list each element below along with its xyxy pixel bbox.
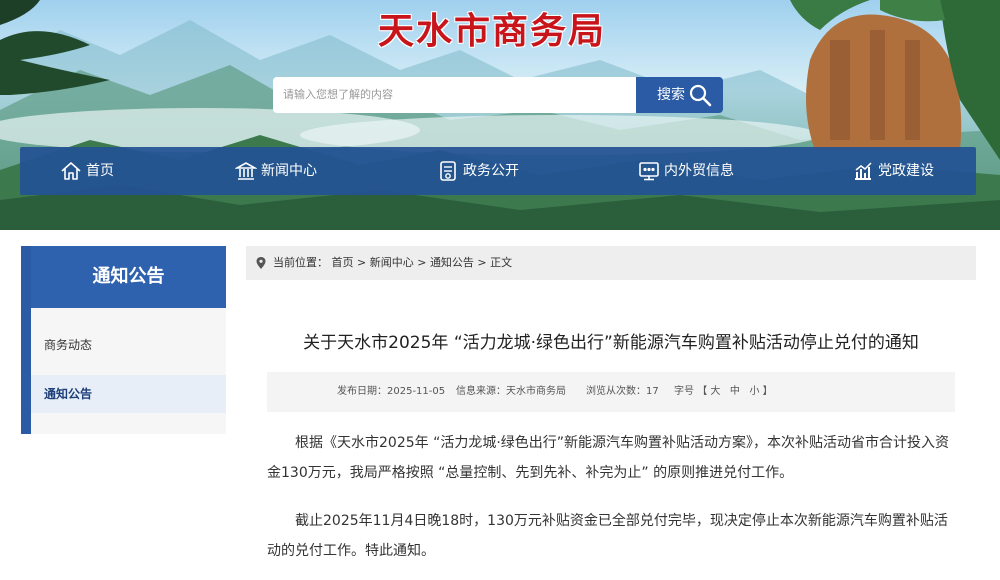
view-count-value: 17 xyxy=(646,386,659,397)
article-paragraph: 截止2025年11月4日晚18时，130万元补贴资金已全部兑付完毕，现决定停止本… xyxy=(267,513,948,559)
monitor-icon xyxy=(639,162,659,181)
nav-item-label: 党政建设 xyxy=(878,163,934,179)
font-size-bracket: 【 xyxy=(697,386,708,397)
font-size-control: 字号 【 大 中 小 】 xyxy=(674,372,773,412)
location-pin-icon xyxy=(256,257,266,269)
sidebar-title: 通知公告 xyxy=(31,246,226,308)
search-button[interactable]: 搜索 xyxy=(636,77,723,113)
sidebar-item-notices[interactable]: 通知公告 xyxy=(31,375,226,413)
sidebar-item-label: 通知公告 xyxy=(44,387,93,401)
sidebar-item-business-news[interactable]: 商务动态 xyxy=(31,326,226,364)
nav-item-label: 内外贸信息 xyxy=(664,163,734,179)
article-meta: 发布日期：2025-11-05 信息来源：天水市商务局 浏览从次数：17 字号 … xyxy=(267,372,955,412)
home-icon xyxy=(61,162,81,180)
publish-date: 发布日期：2025-11-05 xyxy=(337,372,445,412)
nav-item-label: 新闻中心 xyxy=(261,163,317,179)
publish-date-label: 发布日期： xyxy=(337,386,387,397)
breadcrumb-separator: > xyxy=(353,256,370,269)
article-paragraph: 根据《天水市2025年 “活力龙城·绿色出行”新能源汽车购置补贴活动方案》，本次… xyxy=(267,435,950,481)
main-nav: 首页 新闻中心 政务公开 内外贸信息 党政建设 xyxy=(20,147,976,195)
breadcrumb-current: 正文 xyxy=(490,256,513,269)
info-source-label: 信息来源： xyxy=(456,386,506,397)
breadcrumb-link-notices[interactable]: 通知公告 xyxy=(430,256,474,269)
font-size-label: 字号 xyxy=(674,386,694,397)
breadcrumb-separator: > xyxy=(413,256,430,269)
info-source: 信息来源：天水市商务局 xyxy=(456,372,566,412)
nav-item-label: 首页 xyxy=(86,163,114,179)
font-size-bracket: 】 xyxy=(762,386,773,397)
view-count: 浏览从次数：17 xyxy=(586,372,659,412)
header-banner: 天水市商务局 请输入您想了解的内容 搜索 首页 新闻中心 政务公开 内外贸信息 … xyxy=(0,0,1000,230)
font-size-medium[interactable]: 中 xyxy=(730,386,740,397)
breadcrumb-prefix: 当前位置： xyxy=(273,256,328,269)
site-title: 天水市商务局 xyxy=(378,10,607,52)
sidebar: 通知公告 商务动态 通知公告 xyxy=(21,246,226,434)
breadcrumb-link-home[interactable]: 首页 xyxy=(332,256,354,269)
breadcrumb: 当前位置： 首页 > 新闻中心 > 通知公告 > 正文 xyxy=(246,246,976,280)
search-input[interactable]: 请输入您想了解的内容 xyxy=(273,77,637,113)
search-bar: 请输入您想了解的内容 搜索 xyxy=(273,77,723,113)
breadcrumb-separator: > xyxy=(473,256,491,269)
building-icon xyxy=(235,162,257,180)
search-button-label: 搜索 xyxy=(657,87,685,103)
article-title: 关于天水市2025年 “活力龙城·绿色出行”新能源汽车购置补贴活动停止兑付的通知 xyxy=(303,333,919,353)
breadcrumb-link-news[interactable]: 新闻中心 xyxy=(370,256,414,269)
chart-icon xyxy=(855,162,872,180)
search-icon xyxy=(689,84,712,107)
view-count-label: 浏览从次数： xyxy=(586,386,646,397)
sidebar-item-label: 商务动态 xyxy=(44,338,93,352)
font-size-large[interactable]: 大 xyxy=(710,386,720,397)
nav-item-label: 政务公开 xyxy=(463,163,519,179)
publish-date-value: 2025-11-05 xyxy=(387,386,446,397)
info-source-value: 天水市商务局 xyxy=(506,386,566,397)
document-icon xyxy=(440,161,456,181)
font-size-small[interactable]: 小 xyxy=(749,386,759,397)
